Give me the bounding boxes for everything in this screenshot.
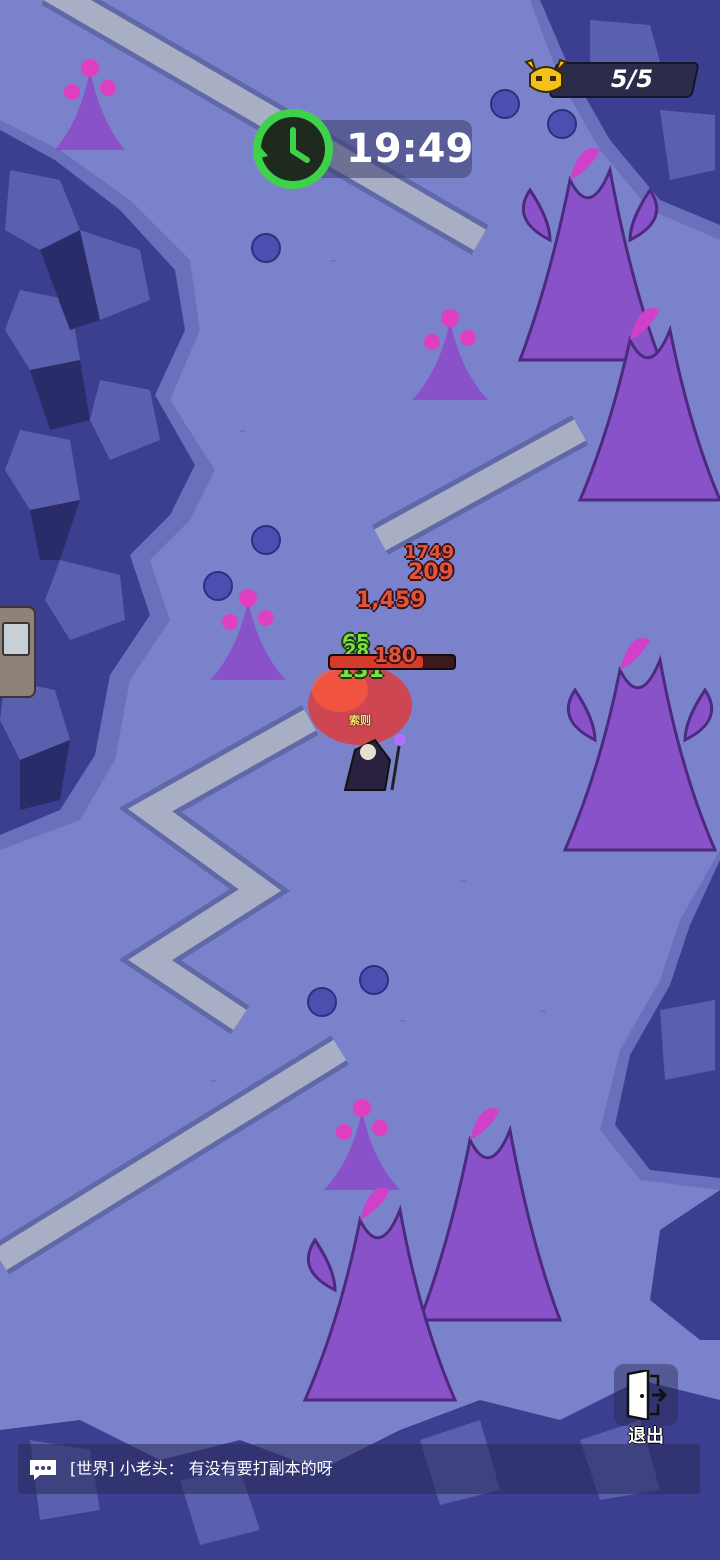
boss-counter-text: 5/5 — [610, 65, 654, 93]
chat-message: [世界] 小老头： 有没有要打副本的呀 — [70, 1459, 333, 1478]
boss-counter: 5/5 — [522, 56, 700, 100]
countdown-timer: 19:49 — [250, 106, 474, 192]
exit-door-icon — [626, 1370, 668, 1420]
chat-bar[interactable]: [世界] 小老头： 有没有要打副本的呀 — [18, 1444, 700, 1494]
timer-text: 19:49 — [346, 126, 474, 172]
side-panel-toggle[interactable] — [0, 606, 36, 698]
player-name: 索则 — [349, 714, 371, 727]
damage-number: 180 — [374, 643, 416, 667]
game-world — [0, 0, 720, 1560]
device-screen-icon — [2, 622, 30, 656]
clock-refresh-icon — [252, 109, 333, 189]
exit-button[interactable]: 退出 — [610, 1362, 682, 1448]
damage-number: 209 — [408, 560, 454, 585]
damage-number: 1,459 — [356, 588, 426, 613]
chat-bubble-icon — [30, 1460, 56, 1480]
boss-skull-icon — [524, 58, 568, 93]
